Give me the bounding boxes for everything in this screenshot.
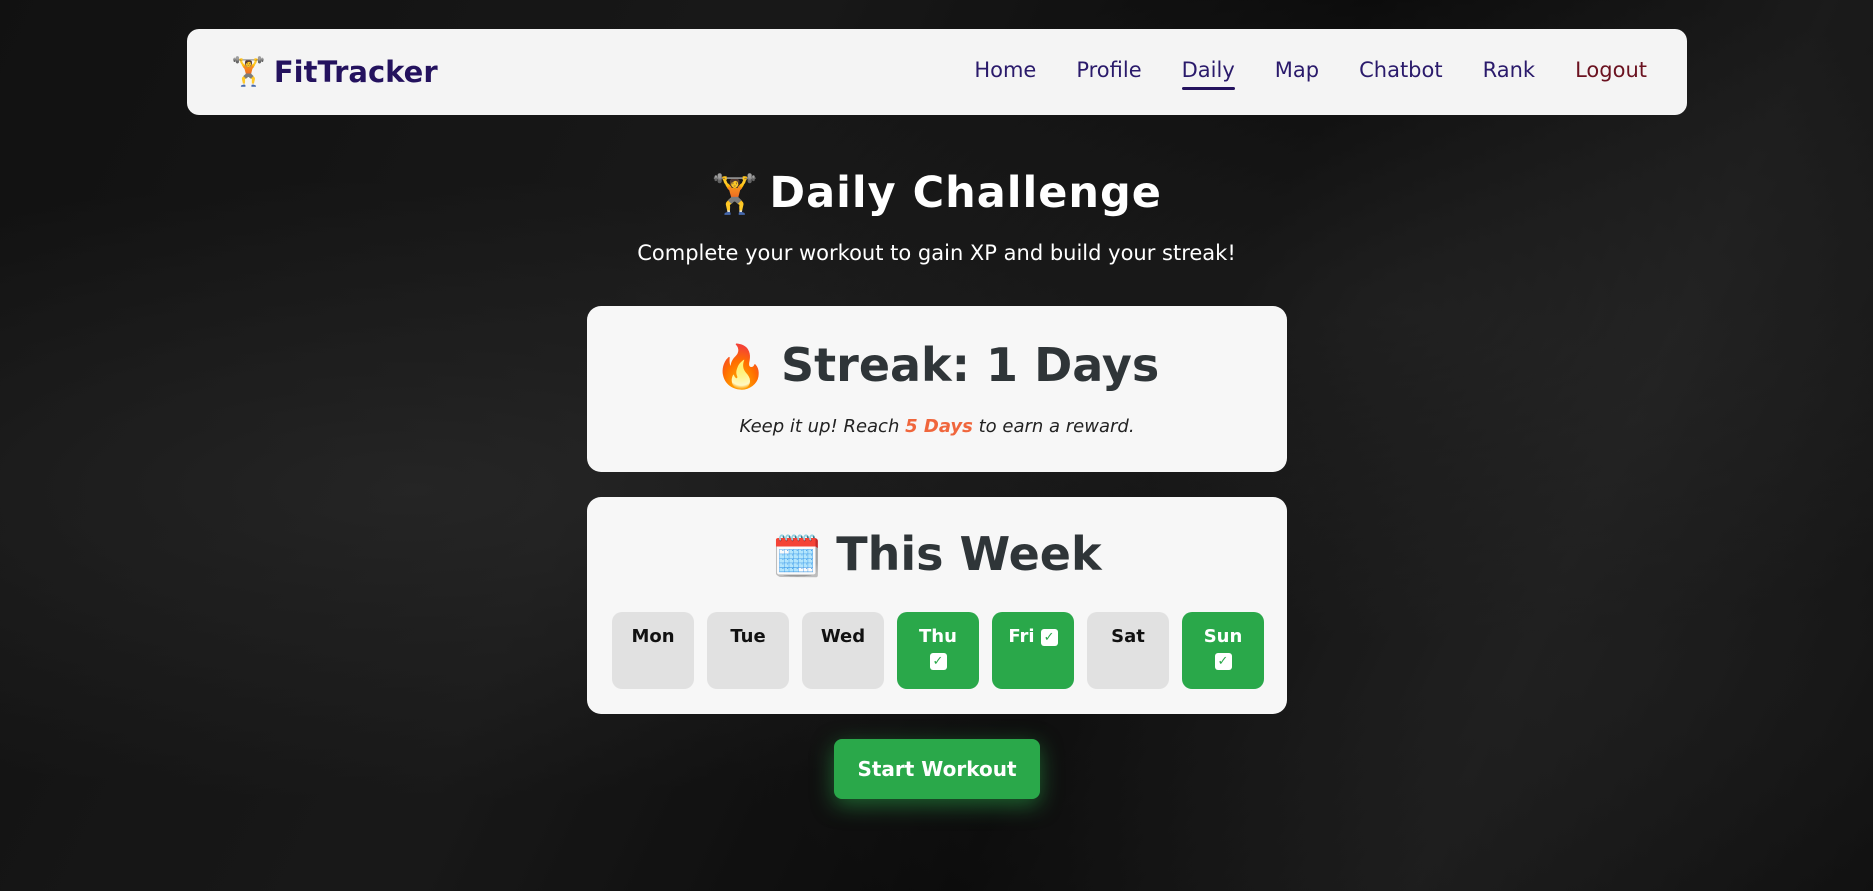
day-sat: Sat xyxy=(1087,612,1169,689)
week-days: Mon Tue Wed Thu ✓ Fri ✓ Sat Sun ✓ xyxy=(612,612,1264,689)
nav-map-link[interactable]: Map xyxy=(1275,58,1319,86)
day-label: Fri xyxy=(1008,626,1035,647)
nav-home-link[interactable]: Home xyxy=(974,58,1036,86)
check-icon: ✓ xyxy=(1214,653,1232,670)
page-title-text: Daily Challenge xyxy=(769,168,1162,218)
day-wed: Wed xyxy=(802,612,884,689)
nav-chatbot-link[interactable]: Chatbot xyxy=(1359,58,1443,86)
day-label: Thu xyxy=(919,626,957,647)
start-workout-button[interactable]: Start Workout xyxy=(834,739,1040,799)
day-fri: Fri ✓ xyxy=(992,612,1074,689)
calendar-icon: 🗓️ xyxy=(772,534,823,580)
nav-rank-link[interactable]: Rank xyxy=(1483,58,1535,86)
fire-icon: 🔥 xyxy=(714,342,768,391)
week-title-text: This Week xyxy=(836,527,1102,581)
navbar: 🏋️ FitTracker Home Profile Daily Map Cha… xyxy=(187,29,1687,115)
page-title: 🏋️ Daily Challenge xyxy=(0,168,1873,218)
day-tue: Tue xyxy=(707,612,789,689)
day-label: Sun xyxy=(1203,626,1243,647)
streak-card: 🔥 Streak: 1 Days Keep it up! Reach 5 Days… xyxy=(587,306,1287,472)
week-title: 🗓️ This Week xyxy=(587,527,1287,581)
brand-name: FitTracker xyxy=(273,55,438,89)
nav-links: Home Profile Daily Map Chatbot Rank Logo… xyxy=(974,58,1647,90)
day-mon: Mon xyxy=(612,612,694,689)
nav-logout-link[interactable]: Logout xyxy=(1575,58,1647,86)
streak-count: Streak: 1 Days xyxy=(781,338,1160,392)
check-icon: ✓ xyxy=(1040,629,1058,646)
week-card: 🗓️ This Week Mon Tue Wed Thu ✓ Fri ✓ Sat S… xyxy=(587,497,1287,714)
day-label: Mon xyxy=(631,626,675,647)
weightlifter-icon: 🏋️ xyxy=(711,172,760,216)
streak-note: Keep it up! Reach 5 Days to earn a rewar… xyxy=(587,416,1287,437)
brand-logo[interactable]: 🏋️ FitTracker xyxy=(231,55,438,89)
day-label: Sat xyxy=(1111,626,1145,647)
page-subtitle: Complete your workout to gain XP and bui… xyxy=(637,241,1236,265)
nav-profile-link[interactable]: Profile xyxy=(1076,58,1141,86)
day-sun: Sun ✓ xyxy=(1182,612,1264,689)
day-thu: Thu ✓ xyxy=(897,612,979,689)
check-icon: ✓ xyxy=(929,653,947,670)
streak-note-suffix: to earn a reward. xyxy=(972,416,1135,437)
day-label: Tue xyxy=(730,626,766,647)
streak-goal: 5 Days xyxy=(905,416,973,437)
weightlifter-icon: 🏋️ xyxy=(231,55,266,88)
streak-note-prefix: Keep it up! Reach xyxy=(739,416,906,437)
streak-title: 🔥 Streak: 1 Days xyxy=(587,338,1287,392)
nav-daily-link[interactable]: Daily xyxy=(1181,58,1235,90)
day-label: Wed xyxy=(820,626,866,647)
